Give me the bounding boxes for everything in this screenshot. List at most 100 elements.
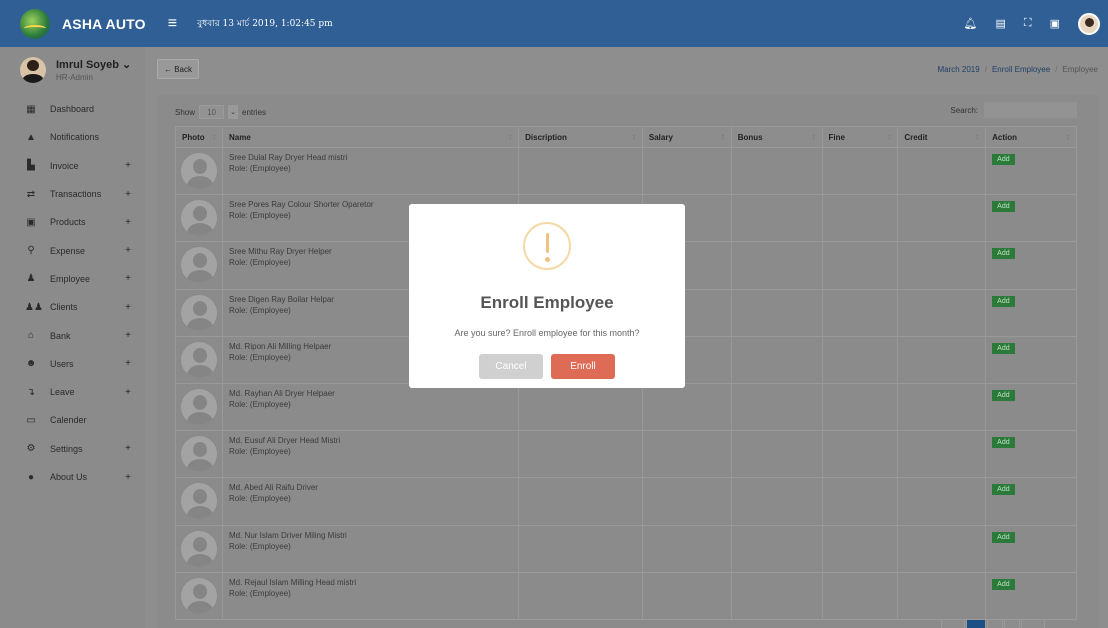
sidebar-item-invoice[interactable]: ▙ Invoice + <box>0 152 145 180</box>
expand-icon[interactable]: + <box>123 387 133 398</box>
calendar-icon: ▭ <box>26 414 36 426</box>
sidebar-item-clients[interactable]: ♟♟ Clients + <box>0 293 145 321</box>
credit-cell <box>897 524 987 573</box>
sidebar-item-notifications[interactable]: ▲ Notifications <box>0 123 145 151</box>
expand-icon[interactable]: + <box>123 330 133 341</box>
expand-icon[interactable]: + <box>123 245 133 256</box>
name-cell: Sree Dulal Ray Dryer Head mistri Role: (E… <box>221 146 520 196</box>
fine-cell <box>821 241 899 290</box>
sidebar-item-label: Notifications <box>50 132 100 143</box>
add-button[interactable]: Add <box>992 248 1015 260</box>
sidebar-item-leave[interactable]: ↴ Leave + <box>0 378 145 406</box>
sidebar-item-transactions[interactable]: ⇄ Transactions + <box>0 180 145 208</box>
search-input[interactable] <box>984 102 1077 118</box>
fullscreen-icon[interactable]: ⛶ <box>1024 17 1032 30</box>
chat-icon[interactable]: ▣ <box>1050 17 1060 30</box>
description-cell <box>518 524 643 573</box>
back-button[interactable]: ← Back <box>157 59 200 79</box>
col-photo[interactable]: Photo ↕ <box>175 126 223 148</box>
add-button[interactable]: Add <box>992 578 1015 590</box>
sidebar-item-users[interactable]: ☻ Users + <box>0 350 145 378</box>
action-cell: Add <box>985 194 1077 243</box>
add-button[interactable]: Add <box>992 295 1015 307</box>
expand-icon[interactable]: + <box>123 443 133 454</box>
col-salary[interactable]: Salary ↕ <box>641 126 732 148</box>
add-button[interactable]: Add <box>992 201 1015 213</box>
pagination-page[interactable] <box>1004 619 1020 628</box>
sidebar-item-settings[interactable]: ⚙ Settings + <box>0 435 145 463</box>
user-profile[interactable]: Imrul Soyeb ⌄ HR-Admin <box>0 47 145 95</box>
sidebar-item-employee[interactable]: ♟ Employee + <box>0 265 145 293</box>
sidebar-item-dashboard[interactable]: ▦ Dashboard <box>0 95 145 123</box>
document-icon[interactable]: ▤ <box>995 17 1005 30</box>
action-cell: Add <box>985 382 1077 432</box>
pagination-next[interactable] <box>1021 619 1045 628</box>
add-button[interactable]: Add <box>992 531 1015 543</box>
employee-role: Role: (Employee) <box>229 588 291 598</box>
salary-cell <box>641 146 732 196</box>
add-button[interactable]: Add <box>992 342 1015 354</box>
sidebar-item-expense[interactable]: ⚲ Expense + <box>0 236 145 264</box>
chevron-down-icon[interactable]: ⌄ <box>228 105 239 119</box>
breadcrumb-month[interactable]: March 2019 <box>937 65 979 74</box>
entries-select[interactable]: 10 <box>199 105 225 119</box>
enroll-modal: Enroll Employee Are you sure? Enroll emp… <box>409 204 685 388</box>
fine-cell <box>821 382 899 432</box>
bonus-cell <box>730 194 823 243</box>
sidebar-item-products[interactable]: ▣ Products + <box>0 208 145 236</box>
pagination <box>941 619 1045 628</box>
user-avatar[interactable] <box>1078 12 1100 35</box>
col-credit[interactable]: Credit ↕ <box>897 126 987 148</box>
employee-photo <box>180 246 218 285</box>
expand-icon[interactable]: + <box>123 160 133 171</box>
sidebar-item-label: Bank <box>50 330 71 341</box>
users-icon: ♟♟ <box>25 301 43 313</box>
bonus-cell <box>730 430 823 479</box>
add-button[interactable]: Add <box>992 154 1015 165</box>
expand-icon[interactable]: + <box>123 189 133 200</box>
col-name[interactable]: Name ↕ <box>221 126 520 148</box>
box-icon: ▣ <box>26 216 36 228</box>
table-row: Md. Eusuf Ali Dryer Head Mistri Role: (Em… <box>175 430 1077 479</box>
col-action[interactable]: Action ↕ <box>985 126 1077 148</box>
photo-cell <box>175 524 223 573</box>
col-label: Bonus <box>737 132 763 142</box>
col-label: Credit <box>904 132 928 142</box>
breadcrumb-enroll[interactable]: Enroll Employee <box>992 65 1050 74</box>
col-bonus[interactable]: Bonus ↕ <box>730 126 823 148</box>
bonus-cell <box>730 288 823 337</box>
description-cell <box>518 571 643 620</box>
col-description[interactable]: Discription ↕ <box>518 126 643 148</box>
sort-icon: ↕ <box>975 132 980 141</box>
expand-icon[interactable]: + <box>123 358 133 369</box>
pagination-page-current[interactable] <box>966 619 986 628</box>
employee-name: Sree Dulal Ray Dryer Head mistri <box>229 153 348 162</box>
expand-icon[interactable]: + <box>123 217 133 228</box>
add-button[interactable]: Add <box>992 484 1015 496</box>
sidebar-item-calender[interactable]: ▭ Calender <box>0 406 145 434</box>
table-row: Md. Rejaul Islam Milling Head mistri Role… <box>175 571 1077 620</box>
expand-icon[interactable]: + <box>123 472 133 483</box>
enroll-button[interactable]: Enroll <box>551 354 615 379</box>
add-button[interactable]: Add <box>992 389 1015 401</box>
expand-icon[interactable]: + <box>123 302 133 313</box>
brand-name[interactable]: ASHA AUTO <box>62 16 146 32</box>
sidebar-item-about-us[interactable]: ● About Us + <box>0 463 145 491</box>
employee-name: Md. Rayhan Ali Dryer Helpaer <box>229 388 335 398</box>
action-cell: Add <box>985 571 1077 620</box>
bell-icon[interactable]: 🔔︎ <box>964 17 978 30</box>
sidebar-item-bank[interactable]: ⌂ Bank + <box>0 321 145 349</box>
employee-role: Role: (Employee) <box>229 494 291 504</box>
add-button[interactable]: Add <box>992 437 1015 449</box>
sort-icon: ↕ <box>811 132 816 141</box>
pagination-previous[interactable] <box>941 619 965 628</box>
dashboard-icon: ▦ <box>26 103 36 115</box>
sidebar-item-label: Dashboard <box>50 104 95 115</box>
profile-name[interactable]: Imrul Soyeb ⌄ <box>56 58 131 71</box>
col-fine[interactable]: Fine ↕ <box>821 126 899 148</box>
pagination-page[interactable] <box>987 619 1003 628</box>
hamburger-icon[interactable]: ≡ <box>168 15 177 33</box>
bonus-cell <box>730 477 823 526</box>
cancel-button[interactable]: Cancel <box>479 354 543 379</box>
expand-icon[interactable]: + <box>123 273 133 284</box>
